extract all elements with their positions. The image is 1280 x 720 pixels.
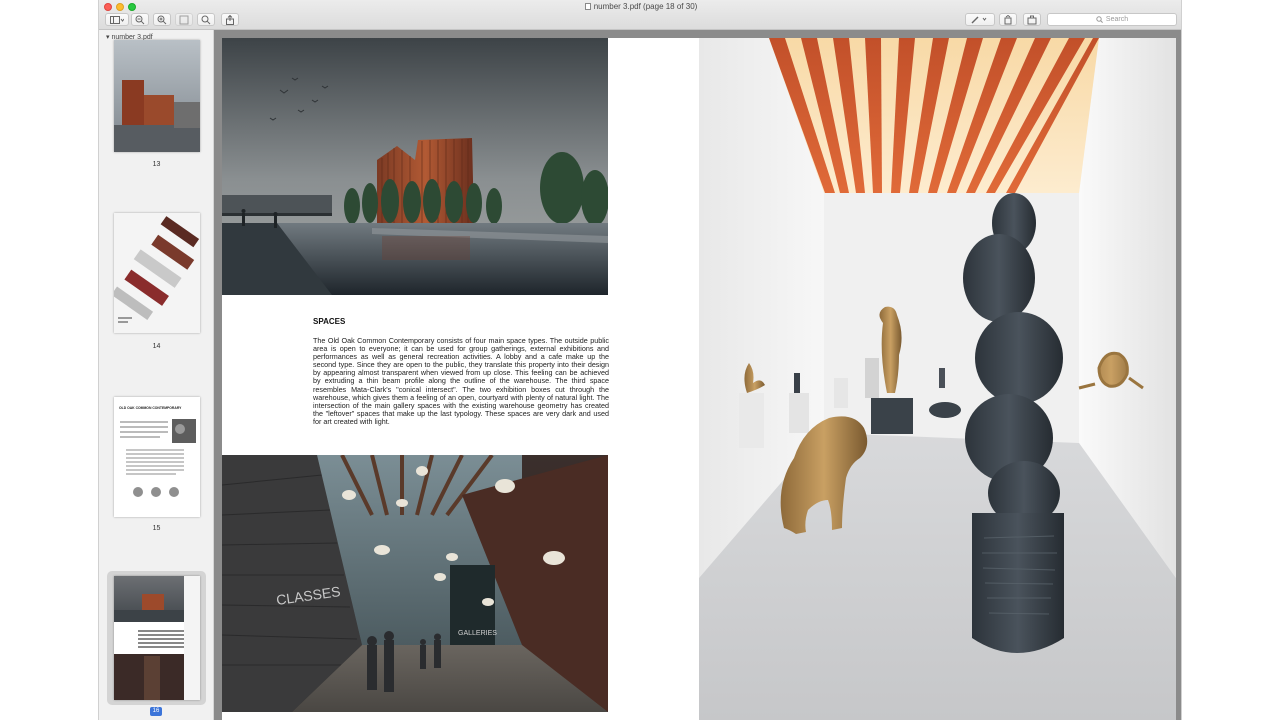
page-number-14: 14 [152, 343, 161, 350]
interior-rendering-svg: CLASSES GALLERIES [222, 455, 608, 712]
page-number-15: 15 [152, 525, 161, 532]
magnifier-icon [201, 15, 211, 24]
zoom-in-button[interactable] [153, 13, 171, 26]
document-view[interactable]: SPACES The Old Oak Common Contemporary c… [214, 30, 1181, 720]
pdf-page-left: SPACES The Old Oak Common Contemporary c… [222, 38, 699, 720]
search-icon [1096, 16, 1103, 23]
thumbnail-14-image [114, 213, 200, 333]
pdf-document-icon [584, 3, 591, 10]
fit-page-icon [179, 15, 189, 24]
search-input[interactable]: Search [1047, 13, 1177, 26]
page-thumbnail-16[interactable] [114, 576, 200, 700]
fit-page-button[interactable] [175, 13, 193, 26]
rotate-button[interactable] [999, 13, 1017, 26]
exterior-rendering-image [222, 38, 608, 295]
rotate-icon [1004, 14, 1012, 24]
thumbnail-13-image [114, 40, 200, 152]
thumbnail-sidebar: ▾ number 3.pdf 13 14 OLD OAK COMMON CONT… [99, 30, 214, 720]
sidebar-toggle-button[interactable] [105, 13, 129, 26]
preview-window: number 3.pdf (page 18 of 30) Search ▾ nu… [98, 0, 1182, 720]
pdf-page-right [699, 38, 1176, 720]
toolbox-button[interactable] [1023, 13, 1041, 26]
thumbnail-15-image [120, 419, 196, 497]
interior-rendering-image: CLASSES GALLERIES [222, 455, 608, 712]
window-title-text: number 3.pdf (page 18 of 30) [593, 2, 698, 11]
page-number-13: 13 [152, 161, 161, 168]
share-icon [226, 14, 234, 25]
page-thumbnail-14[interactable] [114, 213, 200, 333]
sidebar-toggle-icon [110, 15, 124, 24]
zoom-in-icon [157, 15, 167, 24]
exterior-rendering-svg [222, 38, 608, 295]
zoom-out-icon [135, 15, 145, 24]
disclosure-triangle-icon[interactable]: ▾ [106, 34, 110, 41]
zoom-button[interactable] [197, 13, 215, 26]
toolbox-icon [1027, 15, 1037, 24]
gallery-rendering-svg [699, 38, 1176, 720]
zoom-out-button[interactable] [131, 13, 149, 26]
share-button[interactable] [221, 13, 239, 26]
toolbar: number 3.pdf (page 18 of 30) Search [99, 0, 1181, 30]
thumbnail-16-image [114, 576, 200, 700]
search-placeholder: Search [1105, 16, 1129, 23]
current-page-badge: 16 [150, 707, 162, 716]
window-title: number 3.pdf (page 18 of 30) [99, 2, 1181, 11]
sign-right-text: GALLERIES [458, 630, 497, 637]
section-paragraph: The Old Oak Common Contemporary consists… [313, 336, 609, 426]
page-thumbnail-15[interactable]: OLD OAK COMMON CONTEMPORARY [114, 397, 200, 517]
section-heading: SPACES [313, 317, 346, 326]
page-thumbnail-13[interactable] [114, 40, 200, 152]
markup-pen-icon [971, 16, 987, 24]
thumbnail-15-heading: OLD OAK COMMON CONTEMPORARY [119, 406, 182, 410]
markup-button[interactable] [965, 13, 995, 26]
